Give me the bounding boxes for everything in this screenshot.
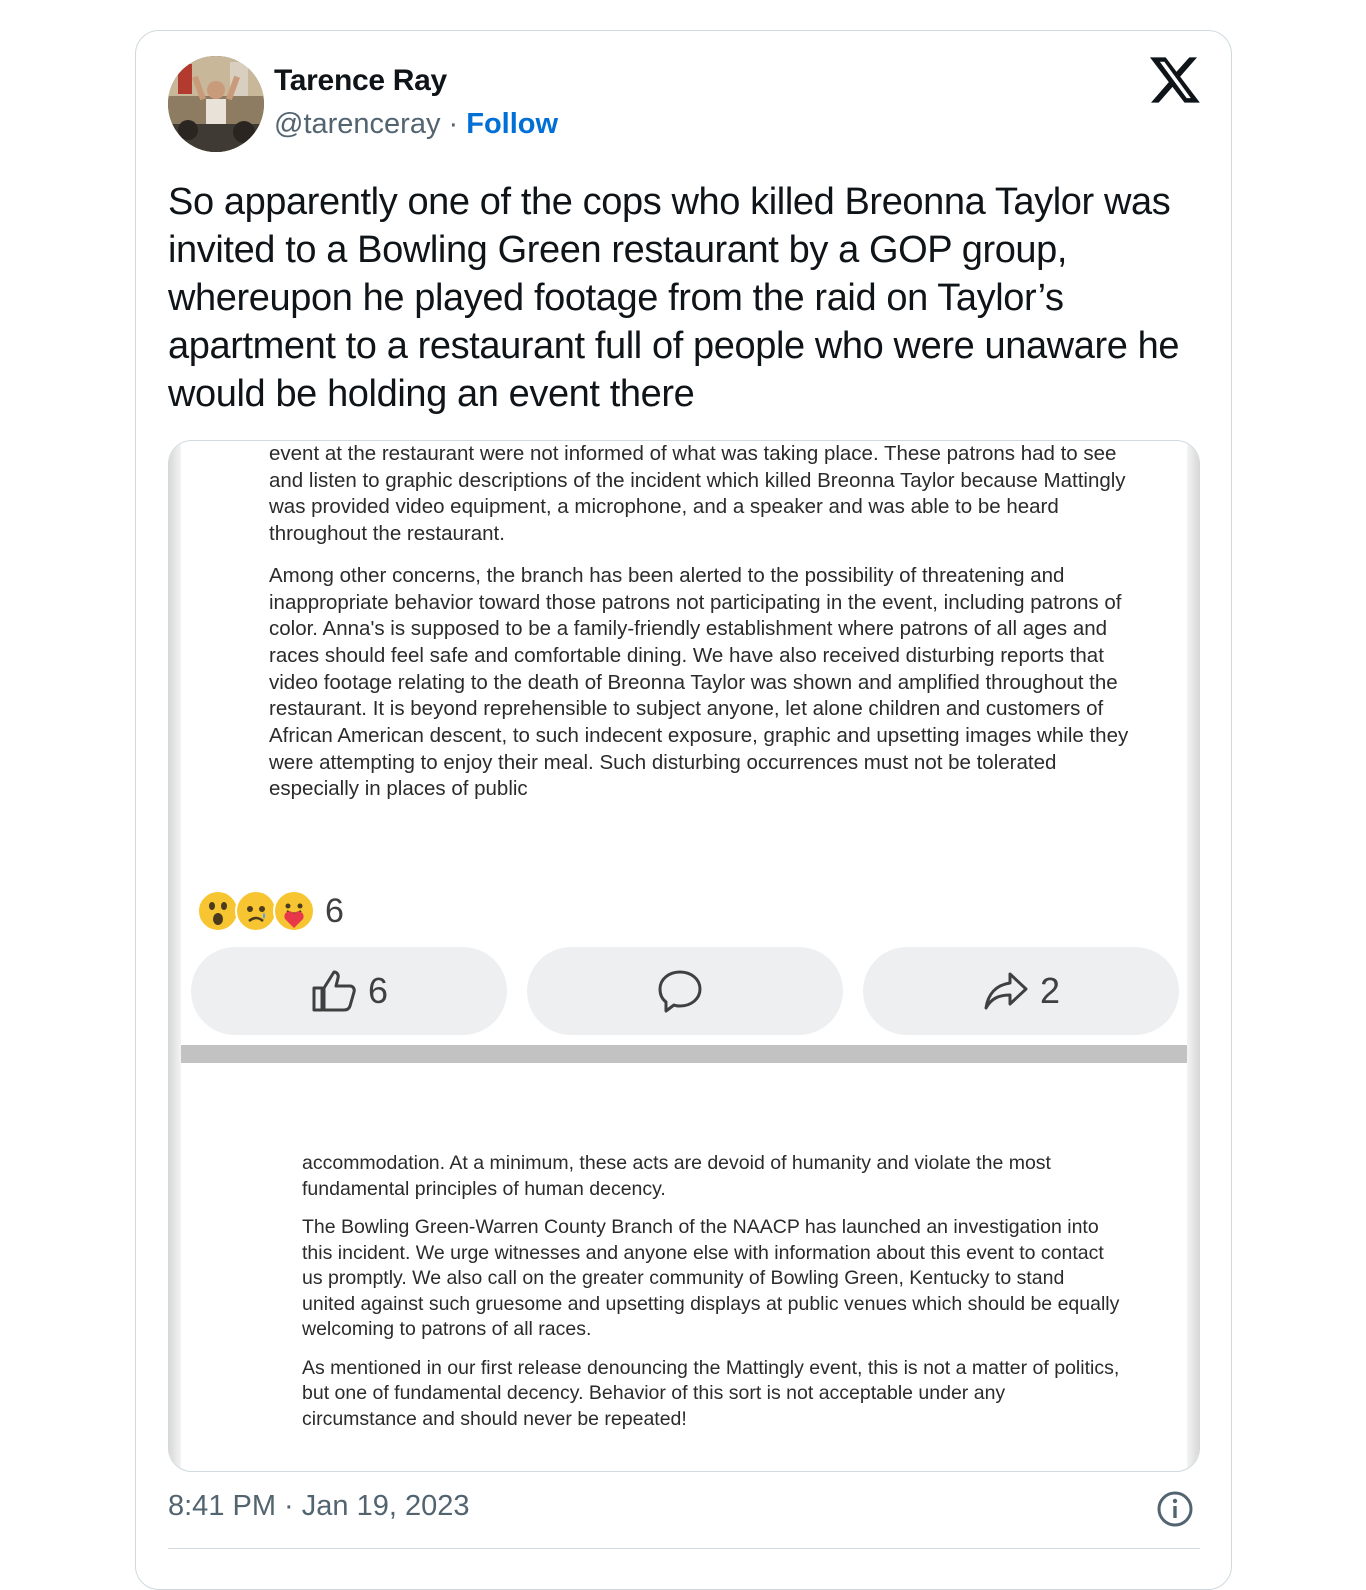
screenshot-edge-right [1187, 441, 1199, 1471]
share-count: 2 [1039, 970, 1061, 1011]
profile-photo-icon [168, 56, 264, 152]
screenshot-edge-left [169, 441, 181, 1471]
letter-paragraph: Among other concerns, the branch has bee… [269, 563, 1129, 801]
letter-paragraph: accommodation. At a minimum, these acts … [302, 1152, 1051, 1200]
follow-button[interactable]: Follow [466, 108, 558, 140]
like-count: 6 [367, 970, 389, 1011]
letter-excerpt-bottom: accommodation. At a minimum, these acts … [302, 1151, 1122, 1432]
handle-separator: · [440, 108, 467, 140]
letter-paragraph: The Bowling Green-Warren County Branch o… [302, 1216, 1120, 1340]
screenshot-divider [181, 1045, 1187, 1063]
thumbs-up-icon [312, 970, 356, 1012]
like-button[interactable]: 6 [191, 947, 507, 1035]
sad-emoji-icon [235, 890, 277, 932]
comment-icon [658, 970, 702, 1013]
letter-paragraph: As mentioned in our first release denoun… [302, 1356, 1120, 1430]
wow-emoji-icon [197, 890, 239, 932]
info-icon[interactable] [1156, 1490, 1194, 1528]
letter-paragraph: event at the restaurant were not informe… [269, 442, 1126, 546]
author-avatar[interactable] [168, 56, 264, 152]
tweet-media[interactable]: event at the restaurant were not informe… [168, 440, 1200, 1472]
author-handle-row: @tarenceray · Follow [274, 108, 558, 141]
x-logo-icon[interactable] [1150, 56, 1200, 104]
reaction-summary[interactable]: 6 [197, 889, 344, 933]
reaction-count: 6 [325, 891, 344, 930]
tweet-text: So apparently one of the cops who killed… [168, 181, 1180, 415]
footer-divider [168, 1548, 1200, 1549]
share-icon [984, 972, 1028, 1010]
tweet-timestamp[interactable]: 8:41 PM · Jan 19, 2023 [168, 1490, 469, 1523]
author-name[interactable]: Tarence Ray [274, 64, 447, 98]
author-handle[interactable]: @tarenceray [274, 108, 440, 140]
care-emoji-icon [273, 890, 315, 932]
share-button[interactable]: 2 [863, 947, 1179, 1035]
letter-excerpt-top: event at the restaurant were not informe… [269, 441, 1129, 803]
comment-button[interactable] [527, 947, 843, 1035]
